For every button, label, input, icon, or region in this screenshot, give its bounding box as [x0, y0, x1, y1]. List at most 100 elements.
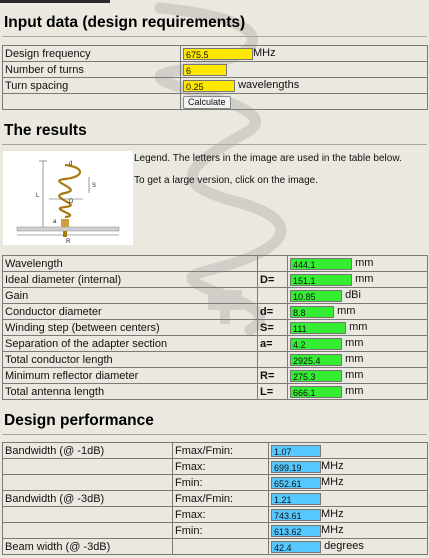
table-row: Bandwidth (@ -3dB) Fmax/Fmin: 1.21: [2, 490, 428, 507]
unit-label: MHz: [321, 524, 344, 537]
bandwidth-1db-ratio-value: 1.07: [271, 444, 321, 457]
row-symbol: L=: [257, 383, 288, 400]
number-of-turns-input[interactable]: 6: [183, 63, 227, 76]
gain-value: 10.85: [290, 289, 342, 302]
row-symbol: [257, 351, 288, 368]
bandwidth-1db-fmax-value: 699.19: [271, 460, 321, 473]
unit-label: mm: [337, 305, 356, 318]
row-label: Winding step (between centers): [2, 319, 258, 336]
diagram-label-L: L: [36, 193, 40, 199]
table-row: Bandwidth (@ -1dB) Fmax/Fmin: 1.07: [2, 442, 428, 459]
row-label: Separation of the adapter section: [2, 335, 258, 352]
table-row: Conductor diameter d= 8.8 mm: [2, 303, 428, 320]
row-label: Number of turns: [2, 61, 181, 78]
row-label: Minimum reflector diameter: [2, 367, 258, 384]
row-symbol: [257, 287, 288, 304]
row-symbol: a=: [257, 335, 288, 352]
turn-spacing-input[interactable]: 0.25: [183, 79, 235, 92]
table-row: Separation of the adapter section a= 4.2…: [2, 335, 428, 352]
diagram-label-D: D: [69, 199, 74, 205]
bandwidth-1db-fmin-value: 652.61: [271, 476, 321, 489]
row-label: Design frequency: [2, 45, 181, 62]
row-label: [2, 474, 173, 491]
divider: [2, 36, 427, 37]
unit-label: MHz: [321, 476, 344, 489]
diagram-label-s: S: [92, 183, 96, 189]
total-antenna-length-value: 666.1: [290, 385, 342, 398]
adapter-separation-value: 4.2: [290, 337, 342, 350]
table-row: Design frequency 675.5 MHz: [2, 45, 428, 62]
unit-label: mm: [345, 369, 364, 382]
unit-label: mm: [349, 321, 368, 334]
unit-label: mm: [345, 353, 364, 366]
unit-label: dBi: [345, 289, 361, 302]
ideal-diameter-value: 151.1: [290, 273, 352, 286]
table-row: Fmax: 743.61 MHz: [2, 506, 428, 523]
table-row: Gain 10.85 dBi: [2, 287, 428, 304]
large-version-hint: To get a large version, click on the ima…: [134, 175, 318, 186]
table-row: Minimum reflector diameter R= 275.3 mm: [2, 367, 428, 384]
row-symbol: R=: [257, 367, 288, 384]
row-symbol: D=: [257, 271, 288, 288]
legend-text: Legend. The letters in the image are use…: [134, 153, 402, 164]
row-label: Beam width (@ -3dB): [2, 538, 173, 555]
row-label: [2, 522, 173, 539]
table-row: Fmax: 699.19 MHz: [2, 458, 428, 475]
param-label: Fmin:: [172, 474, 269, 491]
unit-label: mm: [345, 337, 364, 350]
performance-section-title: Design performance: [4, 412, 154, 429]
row-label: [2, 506, 173, 523]
conductor-diameter-value: 8.8: [290, 305, 334, 318]
input-table: Design frequency 675.5 MHz Number of turn…: [2, 45, 428, 110]
divider: [2, 434, 427, 435]
table-row: Total conductor length 2925.4 mm: [2, 351, 428, 368]
table-row: Total antenna length L= 666.1 mm: [2, 383, 428, 400]
reflector-diameter-value: 275.3: [290, 369, 342, 382]
divider: [2, 144, 427, 145]
diagram-label-R: R: [66, 239, 71, 245]
wavelength-value: 444.1: [290, 257, 352, 270]
beam-width-value: 42.4: [271, 540, 321, 553]
helix-antenna-diagram[interactable]: d S D L a R: [3, 151, 133, 245]
diagram-label-a: a: [53, 219, 57, 225]
winding-step-value: 111: [290, 321, 346, 334]
design-frequency-input[interactable]: 675.5: [183, 47, 253, 60]
row-label: Ideal diameter (internal): [2, 271, 258, 288]
unit-label: MHz: [253, 47, 276, 60]
table-row: Turn spacing 0.25 wavelengths: [2, 77, 428, 94]
diagram-label-d: d: [69, 161, 72, 167]
bandwidth-3db-ratio-value: 1.21: [271, 492, 321, 505]
row-symbol: S=: [257, 319, 288, 336]
bandwidth-3db-fmax-value: 743.61: [271, 508, 321, 521]
row-label: Bandwidth (@ -3dB): [2, 490, 173, 507]
unit-label: mm: [355, 257, 374, 270]
table-row: Ideal diameter (internal) D= 151.1 mm: [2, 271, 428, 288]
param-label: Fmax/Fmin:: [172, 442, 269, 459]
unit-label: MHz: [321, 508, 344, 521]
performance-table: Bandwidth (@ -1dB) Fmax/Fmin: 1.07 Fmax:…: [2, 442, 428, 555]
table-row: Winding step (between centers) S= 111 mm: [2, 319, 428, 336]
results-table: Wavelength 444.1 mm Ideal diameter (inte…: [2, 255, 428, 400]
table-row: Wavelength 444.1 mm: [2, 255, 428, 272]
param-label: Fmin:: [172, 522, 269, 539]
param-label: Fmax:: [172, 506, 269, 523]
param-label: Fmax:: [172, 458, 269, 475]
total-conductor-length-value: 2925.4: [290, 353, 342, 366]
table-row: Beam width (@ -3dB) 42.4 degrees: [2, 538, 428, 555]
unit-label: mm: [345, 385, 364, 398]
table-row: Calculate: [2, 93, 428, 110]
row-label: Bandwidth (@ -1dB): [2, 442, 173, 459]
row-symbol: d=: [257, 303, 288, 320]
results-section-title: The results: [4, 122, 87, 139]
row-label: Wavelength: [2, 255, 258, 272]
input-section-title: Input data (design requirements): [4, 14, 246, 31]
row-label: Gain: [2, 287, 258, 304]
bandwidth-3db-fmin-value: 613.62: [271, 524, 321, 537]
unit-label: MHz: [321, 460, 344, 473]
row-label: Conductor diameter: [2, 303, 258, 320]
row-label: Total conductor length: [2, 351, 258, 368]
top-strip: [0, 0, 429, 6]
calculate-button[interactable]: Calculate: [183, 95, 231, 109]
table-row: Fmin: 613.62 MHz: [2, 522, 428, 539]
param-label: [172, 538, 269, 555]
